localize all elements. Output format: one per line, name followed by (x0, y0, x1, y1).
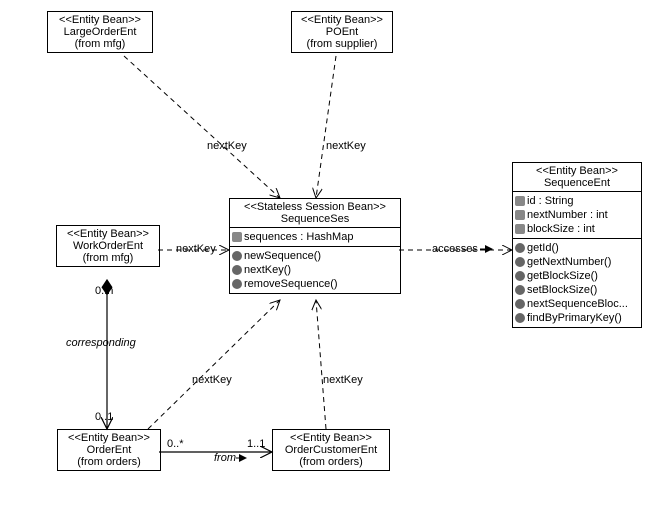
from: (from orders) (62, 456, 156, 468)
name: POEnt (296, 26, 388, 38)
stereo: <<Entity Bean>> (52, 14, 148, 26)
label-mult-0s: 0..* (167, 438, 184, 450)
label-nextkey-lo: nextKey (207, 140, 247, 152)
stereo: <<Entity Bean>> (62, 432, 156, 444)
box-ordercustomerent: <<Entity Bean>> OrderCustomerEnt (from o… (272, 429, 390, 471)
label-nextkey-wo: nextKey (176, 243, 216, 255)
box-orderent: <<Entity Bean>> OrderEnt (from orders) (57, 429, 161, 471)
op-icon (232, 279, 242, 289)
op-icon (515, 271, 525, 281)
label-from: from (214, 452, 236, 464)
attrs: id : String nextNumber : int blockSize :… (513, 192, 641, 239)
stereo: <<Stateless Session Bean>> (234, 201, 396, 213)
stereo: <<Entity Bean>> (61, 228, 155, 240)
label-corresponding: corresponding (66, 337, 136, 349)
ops: getId() getNextNumber() getBlockSize() s… (513, 239, 641, 327)
op-icon (515, 243, 525, 253)
label-nextkey-oc: nextKey (323, 374, 363, 386)
from: (from mfg) (61, 252, 155, 264)
stereo: <<Entity Bean>> (277, 432, 385, 444)
stereo: <<Entity Bean>> (517, 165, 637, 177)
box-poent: <<Entity Bean>> POEnt (from supplier) (291, 11, 393, 53)
op-icon (515, 285, 525, 295)
attr-icon (232, 232, 242, 242)
ops: newSequence() nextKey() removeSequence() (230, 247, 400, 293)
label-mult-0n: 0..n (95, 285, 113, 297)
name: WorkOrderEnt (61, 240, 155, 252)
op-icon (232, 251, 242, 261)
label-accesses: accesses (432, 243, 478, 255)
box-largeorderent: <<Entity Bean>> LargeOrderEnt (from mfg) (47, 11, 153, 53)
op-icon (515, 299, 525, 309)
name: OrderEnt (62, 444, 156, 456)
label-nextkey-oe: nextKey (192, 374, 232, 386)
attr-icon (515, 210, 525, 220)
op-icon (515, 313, 525, 323)
attrs: sequences : HashMap (230, 228, 400, 247)
op-icon (515, 257, 525, 267)
name: OrderCustomerEnt (277, 444, 385, 456)
label-mult-01: 0..1 (95, 411, 113, 423)
label-mult-11: 1..1 (247, 438, 265, 450)
box-sequenceent: <<Entity Bean>> SequenceEnt id : String … (512, 162, 642, 328)
name: SequenceSes (234, 213, 396, 225)
name: LargeOrderEnt (52, 26, 148, 38)
attr-icon (515, 224, 525, 234)
stereo: <<Entity Bean>> (296, 14, 388, 26)
from: (from orders) (277, 456, 385, 468)
box-workorderent: <<Entity Bean>> WorkOrderEnt (from mfg) (56, 225, 160, 267)
label-nextkey-po: nextKey (326, 140, 366, 152)
name: SequenceEnt (517, 177, 637, 189)
from: (from supplier) (296, 38, 388, 50)
attr-icon (515, 196, 525, 206)
op-icon (232, 265, 242, 275)
from: (from mfg) (52, 38, 148, 50)
box-sequenceses: <<Stateless Session Bean>> SequenceSes s… (229, 198, 401, 294)
